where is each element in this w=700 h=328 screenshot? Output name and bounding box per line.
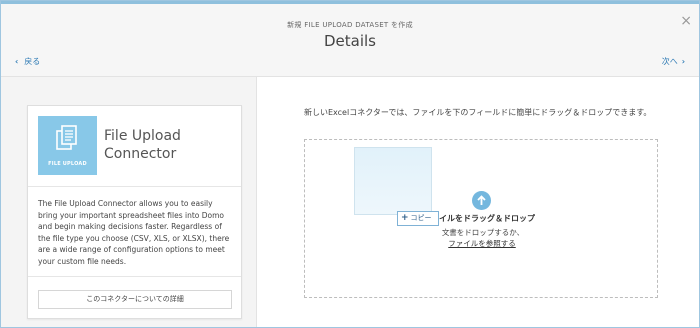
file-drop-zone[interactable]: + コピー イルをドラッグ＆ドロップ 文書をドロップするか、 ファイルを参照する (304, 139, 658, 298)
close-icon[interactable]: × (680, 13, 692, 29)
connector-card: FILE UPLOAD File Upload Connector The Fi… (27, 105, 242, 319)
upload-instruction: 新しいExcelコネクターでは、ファイルを下のフィールドに簡単にドラッグ＆ドロッ… (304, 108, 652, 117)
browse-files-link[interactable]: ファイルを参照する (305, 238, 657, 249)
logo-label: FILE UPLOAD (48, 161, 87, 167)
chevron-right-icon: › (681, 57, 685, 66)
plus-icon: + (401, 213, 409, 223)
back-label: 戻る (24, 57, 41, 66)
page-title: Details (323, 32, 376, 50)
connector-title: File Upload Connector (104, 128, 181, 162)
chevron-left-icon: ‹ (15, 57, 19, 66)
upload-pane: 新しいExcelコネクターでは、ファイルを下のフィールドに簡単にドラッグ＆ドロッ… (257, 77, 699, 327)
modal-window: 新規 FILE UPLOAD DATASET を作成 Details × ‹ 戻る… (0, 0, 700, 328)
header-subtitle: 新規 FILE UPLOAD DATASET を作成 (287, 21, 413, 29)
divider (28, 276, 241, 277)
next-button[interactable]: 次へ › (662, 56, 685, 67)
copy-drag-badge: + コピー (397, 211, 439, 226)
divider (28, 186, 241, 187)
file-upload-icon (56, 125, 77, 150)
upload-arrow-icon (472, 191, 491, 210)
wizard-header: 新規 FILE UPLOAD DATASET を作成 Details × ‹ 戻る… (1, 4, 699, 77)
dragged-file-ghost (354, 147, 432, 215)
copy-label: コピー (410, 214, 432, 222)
back-button[interactable]: ‹ 戻る (15, 56, 40, 67)
connector-logo: FILE UPLOAD (38, 116, 97, 175)
connector-info-pane: FILE UPLOAD File Upload Connector The Fi… (1, 77, 257, 327)
connector-details-button[interactable]: このコネクターについての詳細 (38, 290, 232, 309)
close-button[interactable]: × (680, 14, 692, 28)
next-label: 次へ (661, 57, 678, 66)
drop-subtext: 文書をドロップするか、 (441, 228, 525, 237)
drop-heading: イルをドラッグ＆ドロップ (439, 214, 535, 223)
connector-description: The File Upload Connector allows you to … (38, 199, 230, 266)
